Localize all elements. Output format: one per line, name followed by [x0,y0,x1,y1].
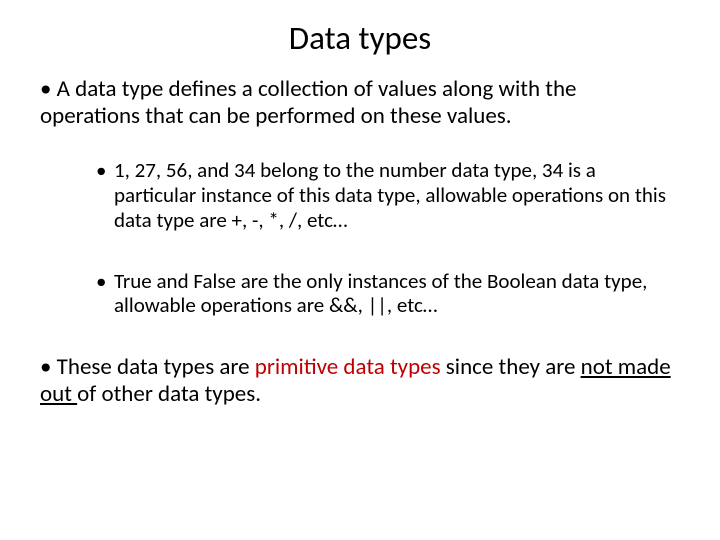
boolean-type-text: True and False are the only instances of… [114,268,647,319]
bullet-dot: • [40,75,57,103]
number-type-text: 1, 27, 56, and 34 belong to the number d… [114,157,666,233]
bullet-primitive: • These data types are primitive data ty… [40,354,680,408]
sub-bullets: •1, 27, 56, and 34 belong to the number … [96,158,680,318]
bullet-dot: • [96,158,114,183]
primitive-t5: of other data types. [77,380,261,408]
bullet-number-type: •1, 27, 56, and 34 belong to the number … [96,158,680,232]
bullet-definition: • A data type defines a collection of va… [40,76,680,130]
bullet-boolean-type: •True and False are the only instances o… [96,269,680,319]
definition-text: A data type defines a collection of valu… [40,75,576,130]
bullet-dot: • [40,353,57,381]
bullet-dot: • [96,269,114,294]
slide: Data types • A data type defines a colle… [0,0,720,540]
slide-title: Data types [40,18,680,58]
primitive-t3: since they are [441,353,581,381]
primitive-t1: These data types are [57,353,255,381]
primitive-highlight: primitive data types [255,353,441,381]
